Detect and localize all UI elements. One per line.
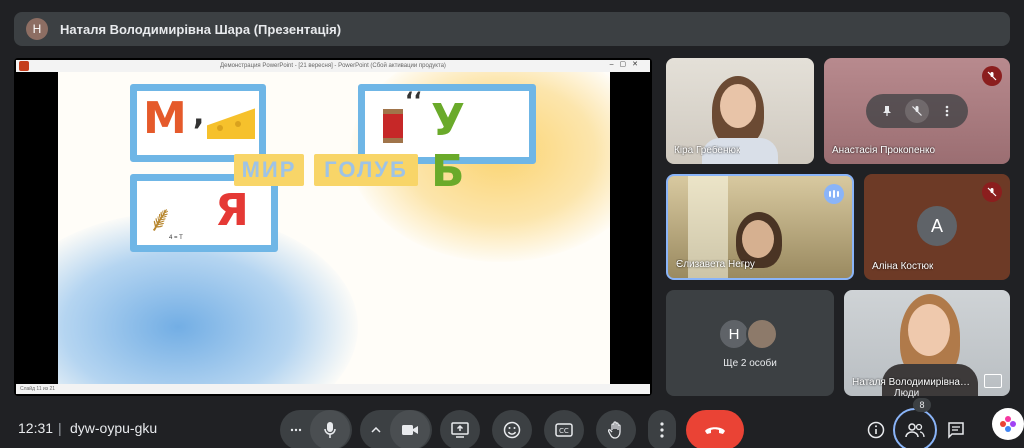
more-options-icon[interactable] (935, 99, 959, 123)
clock: 12:31 (18, 420, 54, 436)
card-marks: ‘‘ (405, 89, 422, 114)
slide-word-golub: ГОЛУБ (314, 154, 418, 186)
card-letter: М (143, 93, 187, 144)
tile-hover-controls (866, 94, 968, 128)
mic-off-icon (982, 182, 1002, 202)
thread-spool-icon (383, 109, 403, 143)
microphone-icon (324, 422, 336, 438)
info-icon (867, 421, 885, 439)
separator: | (58, 420, 62, 436)
card-note: 4 = Т (169, 235, 183, 241)
camera-button[interactable] (390, 410, 430, 448)
emoji-icon (503, 421, 521, 439)
participant-tile-anastasia[interactable]: Анастасія Прокопенко (824, 58, 1010, 164)
camera-icon (402, 425, 418, 435)
chat-button[interactable] (944, 418, 968, 442)
participant-tile-kira[interactable]: Кіра Гребенюк (666, 58, 814, 164)
participant-name: Кіра Гребенюк (674, 145, 741, 156)
more-options-button[interactable] (648, 410, 676, 448)
meeting-info-button[interactable] (864, 418, 888, 442)
closed-captions-icon: CC (555, 423, 573, 437)
more-vert-icon (660, 422, 664, 438)
microphone-button[interactable] (310, 410, 350, 448)
more-participants-avatars: Н (718, 318, 778, 350)
presenter-title: Наталя Володимирівна Шара (Презентація) (60, 21, 342, 37)
camera-control-group (360, 410, 432, 448)
video-face (908, 304, 950, 356)
picture-in-picture-icon[interactable] (984, 374, 1002, 388)
participant-name: Анастасія Прокопенко (832, 145, 936, 156)
end-call-icon (705, 427, 725, 434)
mute-participant-icon[interactable] (905, 99, 929, 123)
more-participants-label: Ще 2 особи (723, 358, 777, 369)
participant-tile-alina[interactable]: А Аліна Костюк (864, 174, 1010, 280)
people-button[interactable] (893, 408, 937, 448)
video-face (720, 84, 756, 128)
slide-counter: Слайд 11 из 21 (20, 386, 56, 392)
participant-tile-self[interactable]: Наталя Володимирівна Шара (844, 290, 1010, 396)
ppt-statusbar: Слайд 11 из 21 (16, 384, 650, 394)
pin-icon[interactable] (875, 99, 899, 123)
powerpoint-logo-icon (19, 61, 29, 71)
chevron-up-icon[interactable] (362, 410, 390, 448)
mic-options-icon[interactable] (282, 410, 310, 448)
people-count-badge: 8 (913, 398, 931, 412)
meet-window: Н Наталя Володимирівна Шара (Презентація… (0, 0, 1024, 448)
svg-text:CC: CC (559, 427, 569, 435)
presenter-banner: Н Наталя Володимирівна Шара (Презентація… (14, 12, 1010, 46)
activities-button[interactable] (992, 408, 1024, 440)
participant-name: Аліна Костюк (872, 261, 934, 272)
participant-name: Єлизавета Негру (676, 259, 755, 270)
ppt-titlebar: Демонстрация PowerPoint - [21 вересня] -… (16, 60, 650, 72)
speaking-indicator-icon (824, 184, 844, 204)
captions-button[interactable]: CC (544, 410, 584, 448)
card-letters: У Б (431, 95, 473, 197)
bottom-toolbar: 12:31 | dyw-oypu-gku CC (0, 406, 1024, 448)
people-icon (905, 423, 925, 438)
participant-avatar-photo (746, 318, 778, 350)
participant-name: Наталя Володимирівна Шара (852, 377, 972, 388)
mic-off-icon (982, 66, 1002, 86)
participant-tile-yelyzaveta[interactable]: Єлизавета Негру (666, 174, 854, 280)
shared-screen: Демонстрация PowerPoint - [21 вересня] -… (14, 58, 652, 396)
card-letter: Я (215, 185, 249, 236)
raise-hand-button[interactable] (596, 410, 636, 448)
more-participants-tile[interactable]: Н Ще 2 особи (666, 290, 834, 396)
present-screen-icon (451, 422, 469, 438)
chat-icon (948, 422, 964, 439)
presentation-slide: М , ‘‘ У Б ⸙ 4 = Т Я МИР ГОЛУБ (58, 72, 610, 384)
mic-control-group (280, 410, 352, 448)
reactions-button[interactable] (492, 410, 532, 448)
ppt-window-title: Демонстрация PowerPoint - [21 вересня] -… (220, 63, 446, 69)
slide-word-mir: МИР (234, 154, 304, 186)
present-screen-button[interactable] (440, 410, 480, 448)
end-call-button[interactable] (686, 410, 744, 448)
slide-card-spool: ‘‘ У Б (358, 84, 536, 197)
participant-avatar: А (917, 206, 957, 246)
meeting-code: dyw-oypu-gku (70, 420, 158, 436)
activities-icon (1000, 416, 1016, 432)
presenter-avatar: Н (26, 18, 48, 40)
window-controls-icon: –▢✕ (609, 61, 644, 68)
video-face (742, 220, 774, 258)
card-comma: , (193, 97, 205, 132)
slide-card-cheese: М , (130, 84, 266, 162)
hand-icon (608, 421, 621, 439)
cheese-icon (207, 108, 255, 139)
people-tooltip: Люди (894, 388, 920, 399)
